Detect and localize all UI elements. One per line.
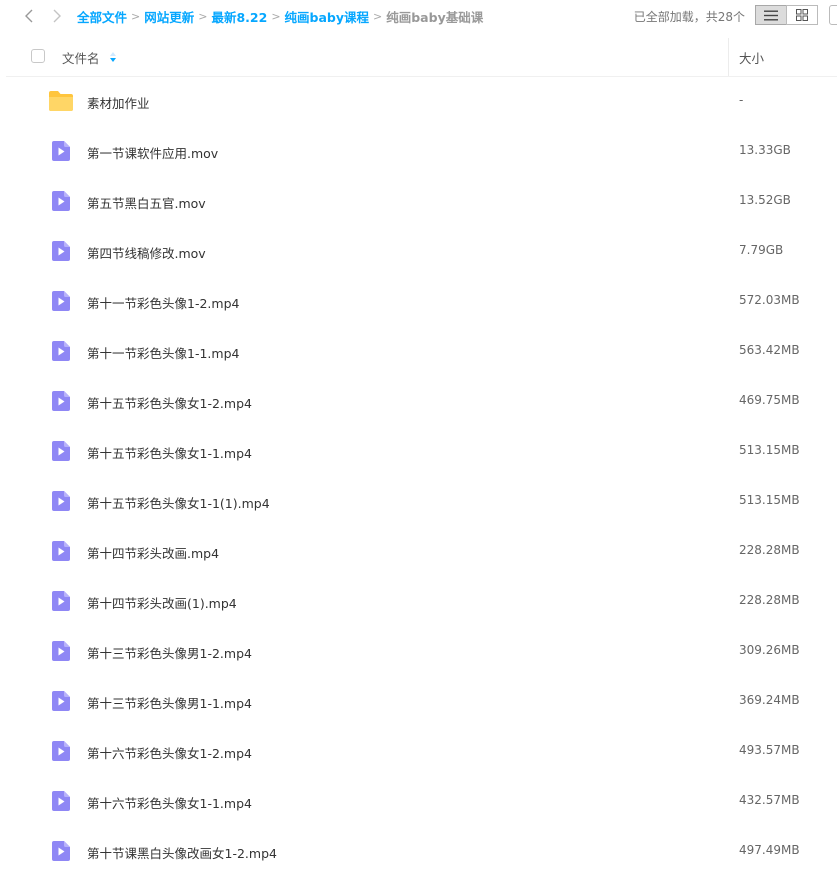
column-divider [728, 38, 729, 76]
file-size: 497.49MB [739, 843, 800, 857]
file-name[interactable]: 第十五节彩色头像女1-1(1).mp4 [87, 493, 270, 512]
breadcrumb-item-all-files[interactable]: 全部文件 [77, 7, 127, 26]
file-row[interactable]: 第十三节彩色头像男1-1.mp4 369.24MB [0, 676, 837, 726]
back-button[interactable] [18, 5, 40, 27]
file-row[interactable]: 第十四节彩头改画(1).mp4 228.28MB [0, 576, 837, 626]
file-row[interactable]: 第十四节彩头改画.mp4 228.28MB [0, 526, 837, 576]
file-size: 228.28MB [739, 593, 800, 607]
file-name[interactable]: 第一节课软件应用.mov [87, 143, 218, 162]
file-size: 513.15MB [739, 493, 800, 507]
file-name[interactable]: 第五节黑白五官.mov [87, 193, 206, 212]
video-file-icon [52, 541, 70, 561]
video-file-icon [52, 241, 70, 261]
file-name[interactable]: 第十四节彩头改画(1).mp4 [87, 593, 237, 612]
more-button[interactable] [829, 5, 837, 25]
chevron-left-icon [25, 9, 33, 23]
file-size: 432.57MB [739, 793, 800, 807]
video-file-icon [52, 491, 70, 511]
chevron-right-icon: > [198, 10, 208, 23]
load-status: 已全部加载，共28个 [633, 10, 745, 24]
video-file-icon [52, 391, 70, 411]
file-row[interactable]: 第十三节彩色头像男1-2.mp4 309.26MB [0, 626, 837, 676]
file-row[interactable]: 第五节黑白五官.mov 13.52GB [0, 176, 837, 226]
file-list: 素材加作业 - 第一节课软件应用.mov 13.33GB 第五节黑白五官.mov 13.5… [0, 76, 837, 876]
chevron-right-icon: > [131, 10, 141, 23]
file-size: 469.75MB [739, 393, 800, 407]
file-row[interactable]: 第十五节彩色头像女1-1.mp4 513.15MB [0, 426, 837, 476]
video-file-icon [52, 291, 70, 311]
toolbar: 全部文件 > 网站更新 > 最新8.22 > 纯画baby课程 > 纯画baby… [0, 0, 837, 32]
chevron-right-icon: > [373, 10, 383, 23]
file-name[interactable]: 第十一节彩色头像1-1.mp4 [87, 343, 239, 362]
breadcrumb-item-site-updates[interactable]: 网站更新 [144, 7, 194, 26]
file-row[interactable]: 第四节线稿修改.mov 7.79GB [0, 226, 837, 276]
breadcrumb-item-course[interactable]: 纯画baby课程 [285, 7, 369, 26]
file-name[interactable]: 素材加作业 [87, 93, 150, 112]
video-file-icon [52, 691, 70, 711]
file-row[interactable]: 第十一节彩色头像1-1.mp4 563.42MB [0, 326, 837, 376]
file-name[interactable]: 第十节课黑白头像改画女1-2.mp4 [87, 843, 277, 862]
file-row[interactable]: 第十五节彩色头像女1-1(1).mp4 513.15MB [0, 476, 837, 526]
sort-icon[interactable] [109, 50, 117, 64]
column-header-size[interactable]: 大小 [739, 48, 764, 67]
video-file-icon [52, 791, 70, 811]
column-header-name[interactable]: 文件名 [62, 48, 100, 67]
file-row[interactable]: 第十五节彩色头像女1-2.mp4 469.75MB [0, 376, 837, 426]
video-file-icon [52, 741, 70, 761]
view-toggle [755, 5, 818, 25]
file-size: 513.15MB [739, 443, 800, 457]
file-name[interactable]: 第十三节彩色头像男1-1.mp4 [87, 693, 252, 712]
file-size: 309.26MB [739, 643, 800, 657]
video-file-icon [52, 191, 70, 211]
file-name[interactable]: 第十五节彩色头像女1-2.mp4 [87, 393, 252, 412]
list-view-button[interactable] [755, 5, 787, 25]
forward-button[interactable] [46, 5, 68, 27]
grid-view-button[interactable] [786, 5, 818, 25]
list-icon [764, 10, 778, 20]
file-name[interactable]: 第十四节彩头改画.mp4 [87, 543, 219, 562]
file-name[interactable]: 第十六节彩色头像女1-2.mp4 [87, 743, 252, 762]
file-size: 7.79GB [739, 243, 784, 257]
file-row[interactable]: 第十六节彩色头像女1-2.mp4 493.57MB [0, 726, 837, 776]
select-all-checkbox[interactable] [31, 49, 45, 63]
breadcrumb: 全部文件 > 网站更新 > 最新8.22 > 纯画baby课程 > 纯画baby… [77, 7, 483, 26]
file-size: 13.52GB [739, 193, 791, 207]
file-size: 572.03MB [739, 293, 800, 307]
grid-icon [796, 9, 808, 21]
file-size: 493.57MB [739, 743, 800, 757]
file-row[interactable]: 第十一节彩色头像1-2.mp4 572.03MB [0, 276, 837, 326]
file-size: 563.42MB [739, 343, 800, 357]
file-row[interactable]: 第一节课软件应用.mov 13.33GB [0, 126, 837, 176]
video-file-icon [52, 441, 70, 461]
file-size: 369.24MB [739, 693, 800, 707]
file-size: 13.33GB [739, 143, 791, 157]
breadcrumb-item-latest[interactable]: 最新8.22 [211, 7, 267, 26]
file-row[interactable]: 素材加作业 - [0, 76, 837, 126]
file-name[interactable]: 第十三节彩色头像男1-2.mp4 [87, 643, 252, 662]
video-file-icon [52, 141, 70, 161]
file-name[interactable]: 第四节线稿修改.mov [87, 243, 206, 262]
file-name[interactable]: 第十一节彩色头像1-2.mp4 [87, 293, 239, 312]
file-list-header: 文件名 大小 [6, 38, 837, 77]
video-file-icon [52, 341, 70, 361]
file-name[interactable]: 第十五节彩色头像女1-1.mp4 [87, 443, 252, 462]
chevron-right-icon: > [271, 10, 281, 23]
video-file-icon [52, 641, 70, 661]
file-size: - [739, 93, 744, 107]
video-file-icon [52, 841, 70, 861]
chevron-right-icon [53, 9, 61, 23]
file-row[interactable]: 第十节课黑白头像改画女1-2.mp4 497.49MB [0, 826, 837, 876]
breadcrumb-item-current: 纯画baby基础课 [386, 10, 484, 25]
folder-icon [49, 91, 73, 111]
file-row[interactable]: 第十六节彩色头像女1-1.mp4 432.57MB [0, 776, 837, 826]
file-size: 228.28MB [739, 543, 800, 557]
video-file-icon [52, 591, 70, 611]
file-name[interactable]: 第十六节彩色头像女1-1.mp4 [87, 793, 252, 812]
